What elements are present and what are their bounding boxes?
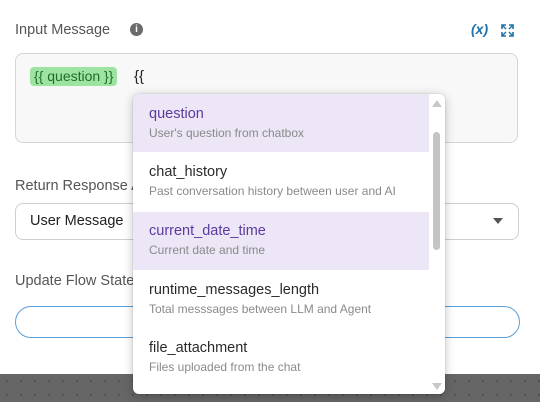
suggestion-title: file_attachment (149, 340, 248, 356)
suggestion-title: current_date_time (149, 223, 266, 239)
update-flow-state-label: Update Flow State (15, 273, 135, 289)
suggestion-description: Files uploaded from the chat (149, 360, 301, 374)
suggestion-item-question[interactable]: question User's question from chatbox (133, 94, 429, 152)
suggestion-item-file-attachment[interactable]: file_attachment Files uploaded from the … (133, 329, 429, 387)
variable-icon[interactable]: (x) (471, 21, 488, 37)
expand-icon[interactable] (501, 24, 514, 37)
suggestion-title: question (149, 106, 204, 122)
chevron-down-icon[interactable] (493, 218, 503, 224)
scroll-up-icon[interactable] (432, 100, 442, 107)
suggestion-description: Total messsages between LLM and Agent (149, 302, 372, 316)
suggestion-item-current-date-time[interactable]: current_date_time Current date and time (133, 212, 429, 270)
variable-suggestion-dropdown[interactable]: question User's question from chatbox ch… (133, 94, 445, 394)
scroll-down-icon[interactable] (432, 383, 442, 390)
return-response-value: User Message (30, 213, 124, 229)
suggestion-description: User's question from chatbox (149, 126, 305, 140)
typed-text: {{ (134, 68, 145, 85)
info-icon[interactable]: i (130, 23, 143, 36)
suggestion-item-chat-history[interactable]: chat_history Past conversation history b… (133, 152, 429, 210)
suggestion-title: runtime_messages_length (149, 282, 320, 298)
scrollbar-thumb[interactable] (433, 132, 440, 250)
input-message-label: Input Message (15, 22, 111, 38)
variable-chip-question[interactable]: {{ question }} (30, 67, 118, 86)
suggestion-title: chat_history (149, 164, 228, 180)
suggestion-description: Past conversation history between user a… (149, 184, 396, 198)
suggestion-item-runtime-messages-length[interactable]: runtime_messages_length Total messsages … (133, 271, 429, 329)
return-response-label: Return Response A (15, 178, 141, 194)
suggestion-description: Current date and time (149, 243, 266, 257)
